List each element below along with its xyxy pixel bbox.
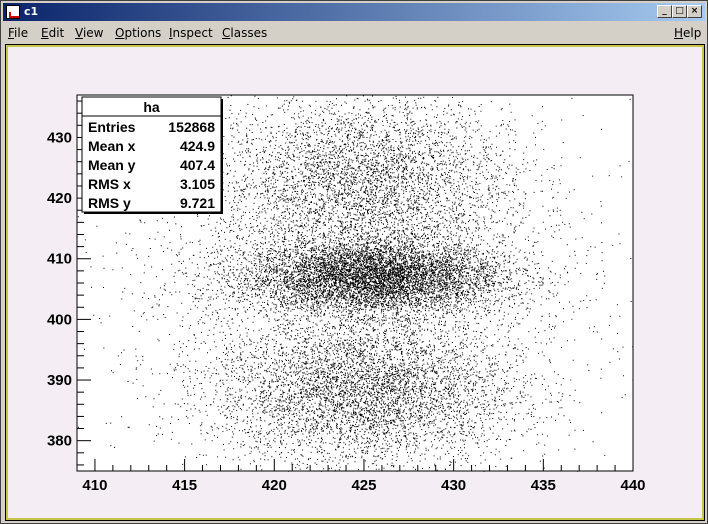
menu-edit-mnemonic: E — [41, 26, 49, 40]
y-tick-label: 410 — [47, 251, 72, 268]
x-tick-label: 425 — [351, 477, 376, 494]
stats-box-title: ha — [143, 99, 160, 115]
y-tick-label: 430 — [47, 129, 72, 146]
menu-options[interactable]: Options — [115, 26, 161, 40]
root-canvas-window: c1 _ □ × File Edit View Options Inspect … — [0, 0, 708, 524]
stats-row-label: Mean y — [88, 157, 136, 173]
plot-canvas[interactable]: 410 415 420 425 430 435 440 380 390 400 410 420 430 h… — [5, 44, 705, 521]
menu-help-mnemonic: H — [674, 26, 684, 40]
title-bar[interactable]: c1 _ □ × — [3, 3, 705, 21]
stats-row-label: RMS x — [88, 176, 131, 192]
menu-help-label: elp — [683, 26, 702, 40]
menu-edit-label: dit — [48, 26, 65, 40]
menu-view-label: iew — [82, 26, 104, 40]
window-title: c1 — [24, 5, 39, 18]
stats-row-value: 3.105 — [180, 176, 215, 192]
menu-help[interactable]: Help — [674, 26, 701, 40]
menu-options-label: ptions — [124, 26, 162, 40]
stats-row-label: Entries — [88, 119, 136, 135]
menu-inspect-label: nspect — [172, 26, 213, 40]
menu-view[interactable]: View — [75, 26, 103, 40]
stats-row-label: RMS y — [88, 195, 131, 211]
stats-row-value: 152868 — [168, 119, 215, 135]
menu-view-mnemonic: V — [75, 26, 83, 40]
x-tick-label: 415 — [172, 477, 197, 494]
y-tick-label: 400 — [47, 311, 72, 328]
menu-classes[interactable]: Classes — [222, 26, 267, 40]
stats-row-value: 9.721 — [180, 195, 215, 211]
stats-row-value: 424.9 — [180, 138, 215, 154]
menu-file[interactable]: File — [8, 26, 28, 40]
y-tick-label: 390 — [47, 372, 72, 389]
x-tick-label: 430 — [441, 477, 466, 494]
x-tick-label: 435 — [531, 477, 556, 494]
scatter-plot[interactable]: 410 415 420 425 430 435 440 380 390 400 410 420 430 h… — [6, 45, 704, 520]
y-tick-label: 380 — [47, 433, 72, 450]
menu-file-label: ile — [14, 26, 29, 40]
stats-box: ha Entries 152868 Mean x 424.9 Mean y 407.4 RMS… — [81, 96, 223, 214]
y-tick-label: 420 — [47, 190, 72, 207]
x-tick-label: 420 — [262, 477, 287, 494]
menu-bar: File Edit View Options Inspect Classes H… — [3, 23, 705, 43]
maximize-button[interactable]: □ — [672, 5, 687, 18]
minimize-button[interactable]: _ — [657, 5, 672, 18]
x-tick-label: 410 — [82, 477, 107, 494]
x-tick-label: 440 — [620, 477, 645, 494]
close-button[interactable]: × — [687, 5, 702, 18]
stats-row-value: 407.4 — [180, 157, 215, 173]
menu-inspect[interactable]: Inspect — [169, 26, 213, 40]
menu-edit[interactable]: Edit — [41, 26, 64, 40]
menu-classes-label: lasses — [230, 26, 268, 40]
root-app-icon — [6, 5, 20, 19]
stats-row-label: Mean x — [88, 138, 136, 154]
